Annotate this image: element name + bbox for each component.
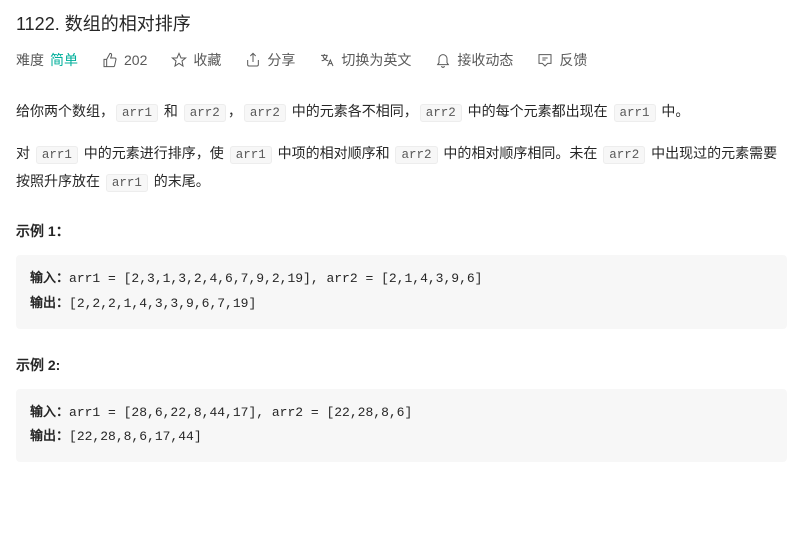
code-arr2: arr2	[184, 104, 226, 122]
example-2-input: arr1 = [28,6,22,8,44,17], arr2 = [22,28,…	[69, 405, 412, 420]
input-label: 输入：	[30, 271, 69, 286]
description-paragraph-2: 对 arr1 中的元素进行排序，使 arr1 中项的相对顺序和 arr2 中的相…	[16, 140, 787, 196]
difficulty: 难度 简单	[16, 50, 78, 70]
example-2-title: 示例 2:	[16, 355, 787, 375]
bell-icon	[435, 52, 451, 68]
code-arr1: arr1	[106, 174, 148, 192]
share-button[interactable]: 分享	[245, 50, 295, 70]
output-label: 输出：	[30, 429, 69, 444]
code-arr2: arr2	[395, 146, 437, 164]
code-arr1: arr1	[36, 146, 78, 164]
code-arr1: arr1	[614, 104, 656, 122]
example-1-code: 输入：arr1 = [2,3,1,3,2,4,6,7,9,2,19], arr2…	[16, 255, 787, 328]
problem-description: 给你两个数组，arr1 和 arr2，arr2 中的元素各不相同，arr2 中的…	[16, 98, 787, 195]
example-2-output: [22,28,8,6,17,44]	[69, 429, 202, 444]
favorite-button[interactable]: 收藏	[171, 50, 221, 70]
description-paragraph-1: 给你两个数组，arr1 和 arr2，arr2 中的元素各不相同，arr2 中的…	[16, 98, 787, 126]
output-label: 输出：	[30, 296, 69, 311]
star-icon	[171, 52, 187, 68]
switch-language-button[interactable]: 切换为英文	[319, 50, 411, 70]
code-arr1: arr1	[230, 146, 272, 164]
share-icon	[245, 52, 261, 68]
feedback-button[interactable]: 反馈	[537, 50, 587, 70]
feedback-label: 反馈	[559, 50, 587, 70]
subscribe-button[interactable]: 接收动态	[435, 50, 513, 70]
subscribe-label: 接收动态	[457, 50, 513, 70]
example-1-input: arr1 = [2,3,1,3,2,4,6,7,9,2,19], arr2 = …	[69, 271, 482, 286]
problem-title: 1122. 数组的相对排序	[16, 10, 787, 36]
thumbs-up-icon	[102, 52, 118, 68]
code-arr2: arr2	[603, 146, 645, 164]
feedback-icon	[537, 52, 553, 68]
favorite-label: 收藏	[193, 50, 221, 70]
input-label: 输入：	[30, 405, 69, 420]
likes-button[interactable]: 202	[102, 52, 147, 68]
difficulty-label: 难度	[16, 50, 44, 70]
share-label: 分享	[267, 50, 295, 70]
example-2-code: 输入：arr1 = [28,6,22,8,44,17], arr2 = [22,…	[16, 389, 787, 462]
code-arr1: arr1	[116, 104, 158, 122]
likes-count: 202	[124, 52, 147, 68]
code-arr2: arr2	[244, 104, 286, 122]
translate-icon	[319, 52, 335, 68]
difficulty-value: 简单	[50, 50, 78, 70]
example-1-output: [2,2,2,1,4,3,3,9,6,7,19]	[69, 296, 256, 311]
code-arr2: arr2	[420, 104, 462, 122]
example-1-title: 示例 1：	[16, 221, 787, 241]
switch-language-label: 切换为英文	[341, 50, 411, 70]
toolbar: 难度 简单 202 收藏 分享 切换为英文 接收动态 反	[16, 50, 787, 70]
